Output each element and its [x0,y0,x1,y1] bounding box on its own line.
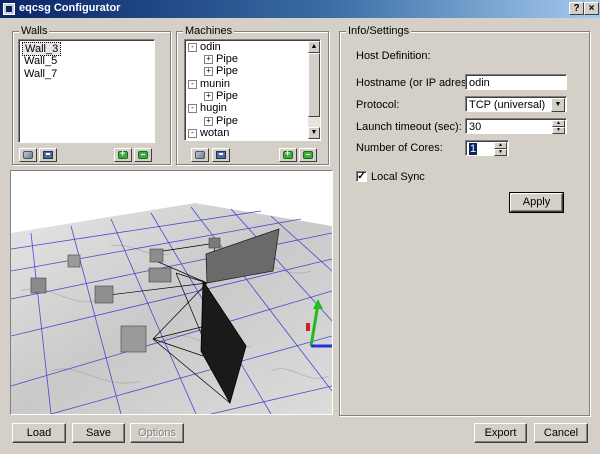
local-sync-label: Local Sync [371,171,425,183]
local-sync-checkbox[interactable]: ✓ [356,171,367,182]
remove-icon [138,151,148,159]
walls-group-title: Walls [19,25,50,37]
floor [11,203,332,414]
spin-up-icon[interactable]: ▲ [552,120,565,127]
scroll-thumb[interactable] [308,53,320,117]
tree-node-pipe[interactable]: + Pipe [204,65,238,77]
protocol-select[interactable]: TCP (universal) ▼ [465,96,567,112]
save-icon [216,151,226,159]
open-icon [23,151,33,159]
expand-icon[interactable]: + [204,66,213,76]
machines-add-button[interactable] [279,148,297,162]
chevron-down-icon[interactable]: ▼ [551,98,565,112]
scroll-down-icon[interactable]: ▼ [308,127,320,139]
expand-icon[interactable]: + [204,54,213,64]
cores-label: Number of Cores: [356,142,443,154]
wall-item[interactable]: Wall_7 [22,68,59,80]
open-icon [195,151,205,159]
load-button[interactable]: Load [12,423,66,443]
add-icon [118,148,128,159]
wall-item[interactable]: Wall_3 [22,42,62,56]
spin-up-icon[interactable]: ▲ [494,142,507,149]
launch-timeout-label: Launch timeout (sec): [356,121,462,133]
tree-node-hugin[interactable]: - hugin [188,102,227,114]
window-title: eqcsg Configurator [19,2,121,14]
collapse-icon[interactable]: - [188,128,197,138]
cores-spinbox[interactable]: 1 ▲ ▼ [465,140,509,156]
settings-group-title: Info/Settings [346,25,412,37]
launch-timeout-spinbox[interactable]: 30 ▲ ▼ [465,118,567,134]
walls-list[interactable]: Wall_3 Wall_5 Wall_7 [18,39,155,143]
tree-node-odin[interactable]: - odin [188,41,221,53]
collapse-icon[interactable]: - [188,103,197,113]
close-button[interactable]: × [584,2,599,15]
tree-node-wotan[interactable]: - wotan [188,127,229,139]
walls-add-button[interactable] [114,148,132,162]
machines-group-title: Machines [183,25,235,37]
expand-icon[interactable]: + [204,116,213,126]
tree-node-munin[interactable]: - munin [188,78,230,90]
machines-open-button[interactable] [191,148,209,162]
export-button[interactable]: Export [474,423,527,443]
add-icon [283,148,293,159]
tree-node-pipe[interactable]: + Pipe [204,90,238,102]
expand-icon[interactable]: + [204,91,213,101]
machines-remove-button[interactable] [299,148,317,162]
collapse-icon[interactable]: - [188,79,197,89]
tree-node-pipe[interactable]: + Pipe [204,115,238,127]
machines-tree[interactable]: - odin + Pipe + Pipe - munin + Pipe - hugin + P… [184,39,321,141]
walls-open-button[interactable] [19,148,37,162]
machines-save-button[interactable] [212,148,230,162]
walls-remove-button[interactable] [134,148,152,162]
tree-node-pipe[interactable]: + Pipe [204,53,238,65]
scroll-up-icon[interactable]: ▲ [308,41,320,53]
app-icon [3,3,15,15]
hostname-label: Hostname (or IP adress) [356,77,476,89]
collapse-icon[interactable]: - [188,42,197,52]
save-icon [43,151,53,159]
save-button[interactable]: Save [72,423,125,443]
spin-down-icon[interactable]: ▼ [494,149,507,156]
options-button[interactable]: Options [130,423,184,443]
3d-scene[interactable] [11,171,332,414]
machines-scrollbar[interactable]: ▲ ▼ [308,41,320,139]
hostname-field[interactable]: odin [465,74,567,90]
remove-icon [303,151,313,159]
apply-button[interactable]: Apply [509,192,564,213]
help-button[interactable]: ? [569,2,584,15]
host-definition-label: Host Definition: [356,50,431,62]
walls-save-button[interactable] [39,148,57,162]
3d-viewport[interactable] [10,170,333,415]
wall-item[interactable]: Wall_5 [22,55,59,67]
cancel-button[interactable]: Cancel [534,423,588,443]
title-bar[interactable]: eqcsg Configurator ? × [0,0,600,18]
protocol-label: Protocol: [356,99,400,111]
spin-down-icon[interactable]: ▼ [552,127,565,134]
